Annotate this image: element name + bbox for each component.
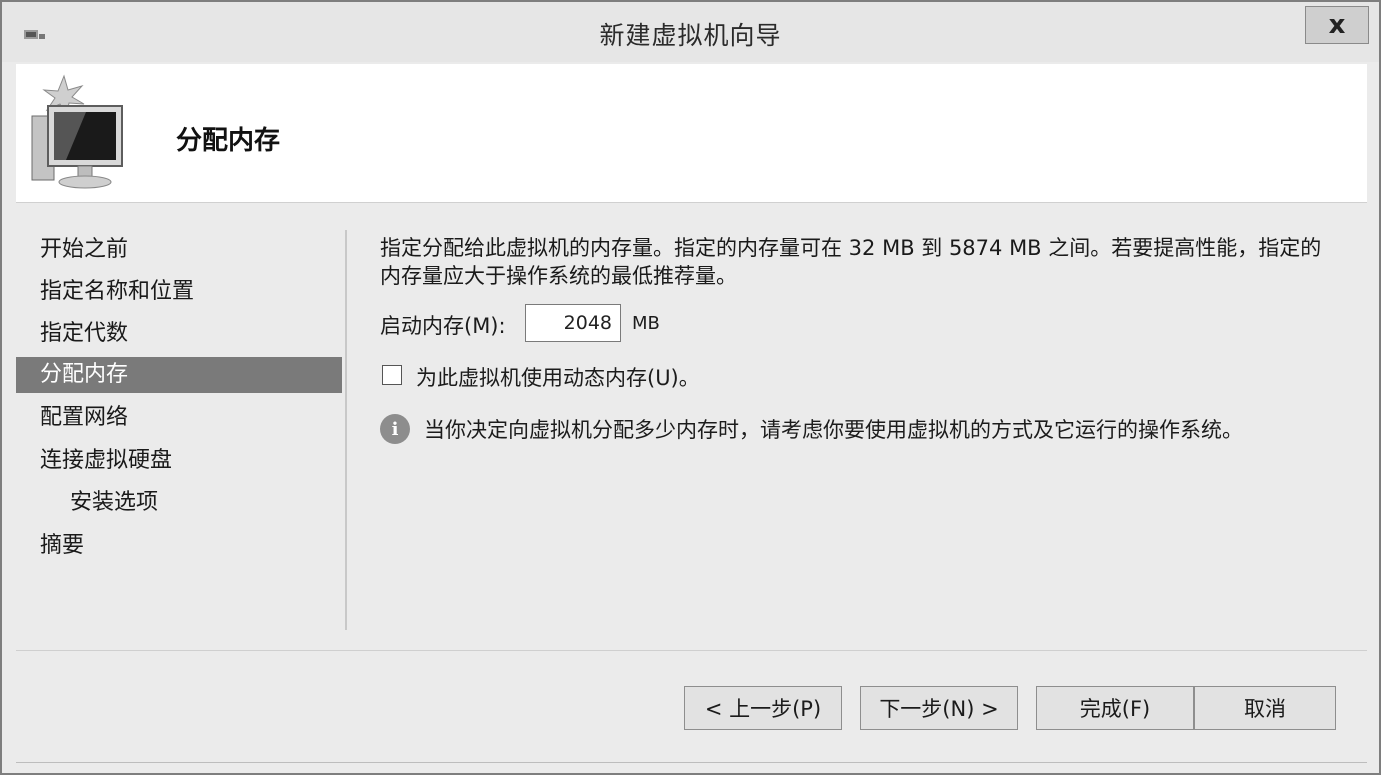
page-title: 分配内存 bbox=[176, 126, 281, 156]
next-button[interactable]: 下一步(N) > bbox=[860, 686, 1018, 730]
dynamic-memory-label[interactable]: 为此虚拟机使用动态内存(U)。 bbox=[416, 362, 700, 392]
step-connect-virtual-disk[interactable]: 连接虚拟硬盘 bbox=[16, 443, 342, 479]
info-icon: i bbox=[380, 414, 410, 444]
wizard-steps: 开始之前 指定名称和位置 指定代数 分配内存 配置网络 连接虚拟硬盘 安装选项 … bbox=[16, 224, 346, 624]
wizard-window: 新建虚拟机向导 x 分配内存 开始之前 指定名称和位置 指定代数 分配内存 配置… bbox=[0, 0, 1381, 775]
footer-divider bbox=[16, 650, 1367, 651]
window-title: 新建虚拟机向导 bbox=[599, 21, 782, 50]
dynamic-memory-checkbox[interactable] bbox=[382, 365, 402, 385]
step-name-and-location[interactable]: 指定名称和位置 bbox=[16, 274, 342, 310]
previous-button[interactable]: < 上一步(P) bbox=[684, 686, 842, 730]
step-installation-options[interactable]: 安装选项 bbox=[16, 485, 342, 521]
cancel-button[interactable]: 取消 bbox=[1194, 686, 1336, 730]
nav-divider bbox=[345, 230, 347, 630]
new-vm-monitor-icon bbox=[31, 74, 123, 189]
dynamic-memory-row: 为此虚拟机使用动态内存(U)。 bbox=[380, 362, 980, 392]
step-assign-memory[interactable]: 分配内存 bbox=[16, 357, 342, 393]
info-row: i 当你决定向虚拟机分配多少内存时，请考虑你要使用虚拟机的方式及它运行的操作系统… bbox=[380, 412, 1340, 444]
startup-memory-input[interactable] bbox=[525, 304, 621, 342]
startup-memory-label: 启动内存(M): bbox=[380, 314, 506, 338]
step-generation[interactable]: 指定代数 bbox=[16, 316, 342, 352]
memory-unit: MB bbox=[632, 313, 660, 334]
finish-button[interactable]: 完成(F) bbox=[1036, 686, 1194, 730]
step-configure-networking[interactable]: 配置网络 bbox=[16, 400, 342, 436]
bottom-edge bbox=[16, 762, 1367, 763]
close-icon: x bbox=[1328, 10, 1346, 40]
memory-description: 指定分配给此虚拟机的内存量。指定的内存量可在 32 MB 到 5874 MB 之… bbox=[380, 236, 1322, 288]
info-text: 当你决定向虚拟机分配多少内存时，请考虑你要使用虚拟机的方式及它运行的操作系统。 bbox=[424, 418, 1243, 442]
startup-memory-row: 启动内存(M): MB bbox=[380, 304, 980, 344]
title-bar: 新建虚拟机向导 x bbox=[2, 2, 1379, 62]
main-content: 指定分配给此虚拟机的内存量。指定的内存量可在 32 MB 到 5874 MB 之… bbox=[380, 234, 1340, 444]
step-summary[interactable]: 摘要 bbox=[16, 528, 342, 564]
step-before-you-begin[interactable]: 开始之前 bbox=[16, 232, 342, 268]
wizard-header: 分配内存 bbox=[16, 64, 1367, 203]
close-button[interactable]: x bbox=[1305, 6, 1369, 44]
